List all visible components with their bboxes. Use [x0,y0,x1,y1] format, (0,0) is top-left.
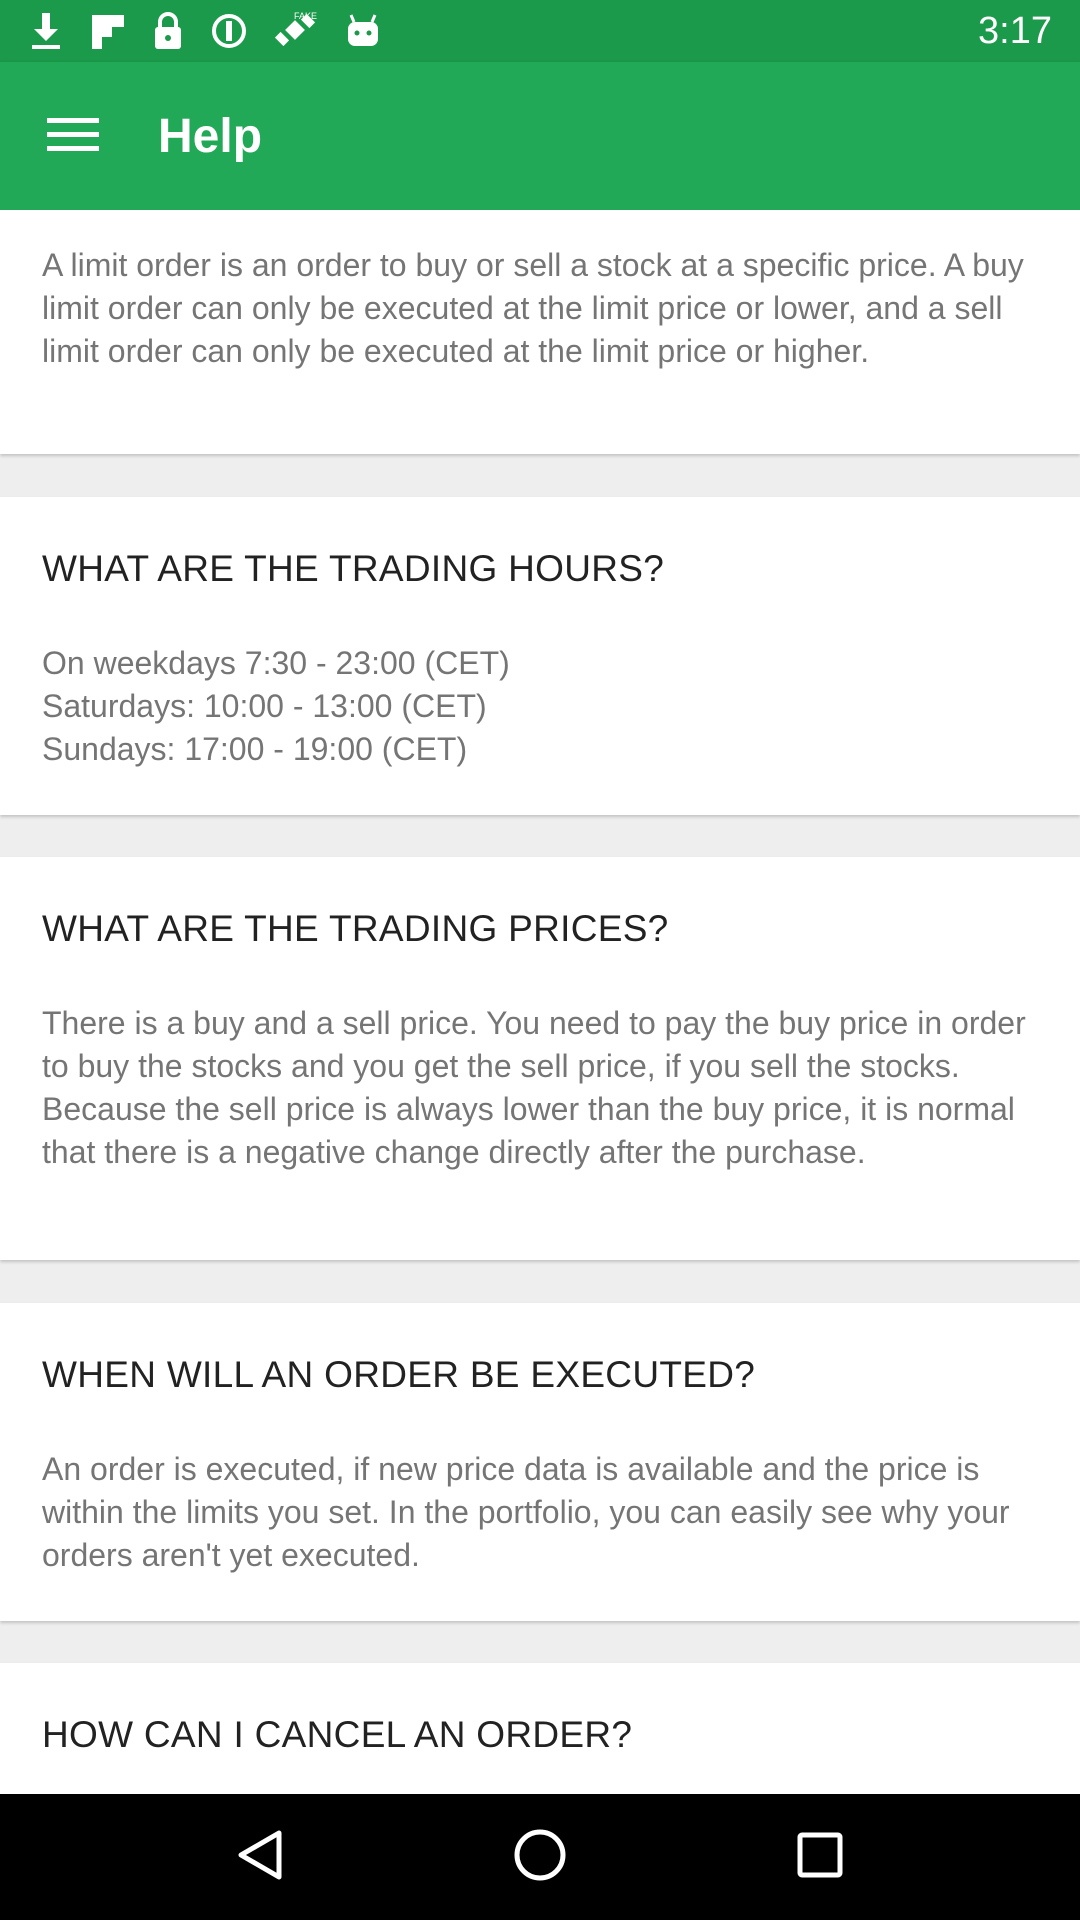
status-bar: FAKE 3:17 [0,0,1080,62]
recents-button[interactable] [760,1797,880,1917]
faq-card-trading-prices: WHAT ARE THE TRADING PRICES? There is a … [0,857,1080,1260]
data-saver-icon [210,12,248,50]
menu-button[interactable] [0,62,146,210]
download-icon [28,11,64,51]
faq-question: HOW CAN I CANCEL AN ORDER? [42,1714,633,1755]
faq-answer: On weekdays 7:30 - 23:00 (CET) Saturdays… [42,645,510,767]
faq-card-cancel-order: HOW CAN I CANCEL AN ORDER? [0,1663,1080,1794]
faq-card-limit-order: A limit order is an order to buy or sell… [0,210,1080,454]
home-button[interactable] [480,1797,600,1917]
back-button[interactable] [200,1797,320,1917]
android-icon [344,12,382,50]
clock: 3:17 [978,9,1052,52]
faq-answer: A limit order is an order to buy or sell… [42,247,1024,369]
back-triangle-icon [235,1829,285,1886]
faq-question: WHEN WILL AN ORDER BE EXECUTED? [42,1354,756,1395]
faq-card-trading-hours: WHAT ARE THE TRADING HOURS? On weekdays … [0,497,1080,815]
faq-list[interactable]: A limit order is an order to buy or sell… [0,210,1080,1794]
faq-question: WHAT ARE THE TRADING PRICES? [42,908,669,949]
faq-card-order-executed: WHEN WILL AN ORDER BE EXECUTED? An order… [0,1303,1080,1621]
lock-icon [152,11,184,51]
faq-answer: An order is executed, if new price data … [42,1451,1010,1573]
svg-text:FAKE: FAKE [294,11,317,21]
status-icons: FAKE [28,9,382,53]
fake-gps-icon: FAKE [274,9,318,53]
faq-question: WHAT ARE THE TRADING HOURS? [42,548,665,589]
system-nav-bar [0,1794,1080,1920]
hamburger-menu-icon [47,114,99,159]
page-title: Help [158,109,263,163]
flipboard-icon [90,11,126,51]
app-bar: Help [0,62,1080,210]
recents-square-icon [796,1831,844,1884]
faq-answer: There is a buy and a sell price. You nee… [42,1005,1026,1170]
home-circle-icon [513,1828,567,1887]
